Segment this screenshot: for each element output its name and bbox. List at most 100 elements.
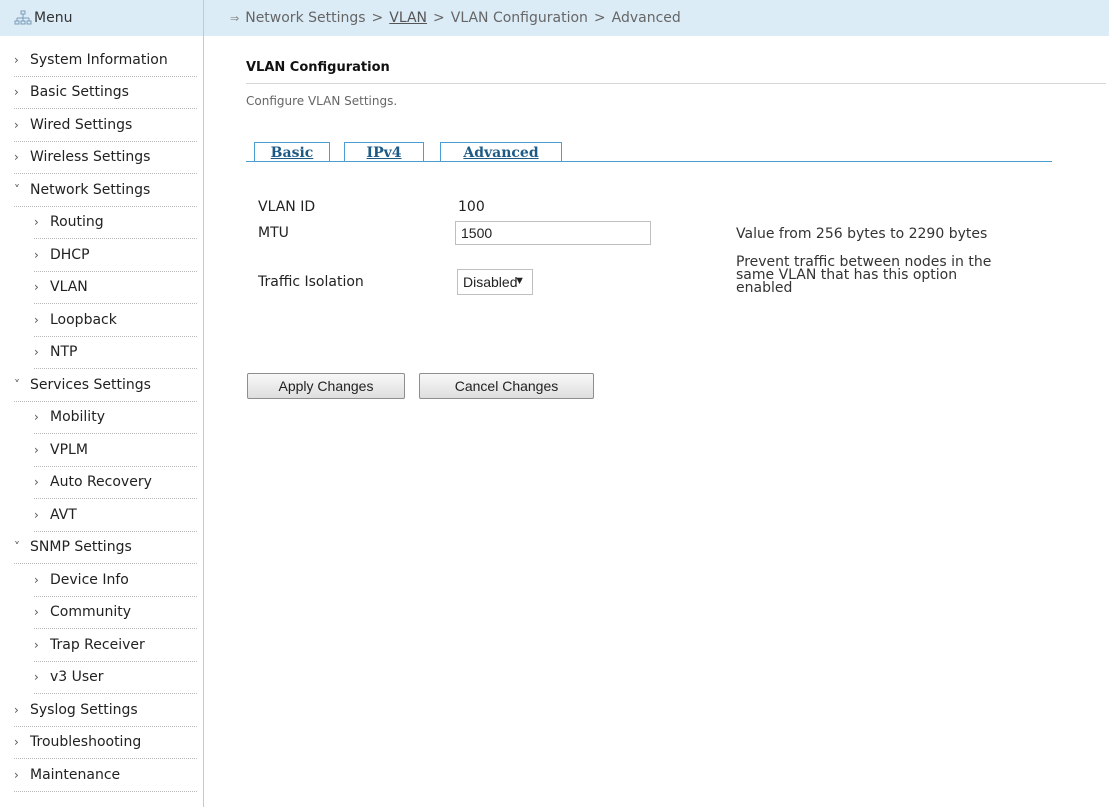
- tab-underline: [246, 161, 1052, 162]
- breadcrumb: ⇒ Network Settings > VLAN > VLAN Configu…: [204, 0, 1109, 36]
- sidebar-item-maintenance[interactable]: › Maintenance: [14, 759, 197, 792]
- sidebar-item-label: Routing: [50, 214, 104, 231]
- sidebar-item-label: SNMP Settings: [30, 539, 132, 556]
- chevron-right-icon: ›: [34, 442, 39, 457]
- traffic-isolation-select[interactable]: Disabled ▼: [457, 269, 533, 295]
- traffic-isolation-label: Traffic Isolation: [258, 274, 364, 290]
- sidebar-item-services-settings[interactable]: ˅ Services Settings: [14, 369, 197, 402]
- mtu-input[interactable]: [455, 221, 651, 245]
- chevron-right-icon: ›: [34, 312, 39, 327]
- sidebar-item-auto-recovery[interactable]: › Auto Recovery: [34, 467, 197, 499]
- sidebar-item-mobility[interactable]: › Mobility: [34, 402, 197, 434]
- chevron-right-icon: ›: [14, 767, 19, 782]
- breadcrumb-vlan-link[interactable]: VLAN: [389, 10, 427, 26]
- sidebar-item-syslog-settings[interactable]: › Syslog Settings: [14, 694, 197, 727]
- chevron-right-icon: ›: [14, 150, 19, 165]
- sidebar-item-vlan[interactable]: › VLAN: [34, 272, 197, 304]
- sidebar-item-label: AVT: [50, 506, 77, 523]
- page-title: VLAN Configuration: [246, 60, 390, 75]
- chevron-right-icon: ›: [34, 280, 39, 295]
- chevron-right-icon: ›: [34, 410, 39, 425]
- breadcrumb-vlan-configuration: VLAN Configuration: [450, 10, 588, 26]
- menu-header: Menu: [0, 0, 203, 36]
- menu-list: › System Information › Basic Settings › Wired…: [0, 36, 203, 792]
- sidebar-item-vplm[interactable]: › VPLM: [34, 434, 197, 467]
- sidebar-item-label: Community: [50, 604, 132, 621]
- chevron-right-icon: ›: [14, 702, 19, 717]
- chevron-right-icon: ›: [34, 247, 39, 262]
- sidebar-item-snmp-settings[interactable]: ˅ SNMP Settings: [14, 532, 197, 564]
- chevron-right-icon: ›: [34, 507, 39, 522]
- chevron-down-icon: ˅: [14, 540, 20, 555]
- vlan-id-value: 100: [458, 199, 485, 215]
- chevron-right-icon: ›: [14, 85, 19, 100]
- breadcrumb-separator: >: [433, 10, 445, 26]
- chevron-down-icon: ˅: [14, 377, 20, 392]
- sidebar-item-label: VPLM: [50, 441, 88, 458]
- sidebar-menu: Menu › System Information › Basic Settings ›…: [0, 0, 204, 807]
- sidebar-item-label: Auto Recovery: [50, 474, 152, 491]
- sidebar-item-dhcp[interactable]: › DHCP: [34, 239, 197, 272]
- chevron-right-icon: ›: [34, 670, 39, 685]
- mtu-label: MTU: [258, 225, 289, 241]
- sidebar-item-label: Wired Settings: [30, 116, 133, 133]
- breadcrumb-separator: >: [593, 10, 606, 26]
- sidebar-item-troubleshooting[interactable]: › Troubleshooting: [14, 727, 197, 759]
- title-divider: [246, 83, 1106, 84]
- apply-changes-button[interactable]: Apply Changes: [247, 373, 405, 399]
- mtu-hint: Value from 256 bytes to 2290 bytes: [736, 226, 988, 242]
- traffic-isolation-value: Disabled: [463, 274, 518, 290]
- sidebar-item-label: NTP: [50, 344, 78, 361]
- sidebar-item-device-info[interactable]: › Device Info: [34, 564, 197, 597]
- dropdown-arrow-icon: ▼: [514, 275, 525, 287]
- chevron-right-icon: ›: [34, 572, 39, 587]
- sidebar-item-v3-user[interactable]: › v3 User: [34, 662, 197, 694]
- chevron-right-icon: ›: [14, 117, 19, 132]
- sidebar-item-wired-settings[interactable]: › Wired Settings: [14, 109, 197, 142]
- chevron-right-icon: ›: [14, 735, 19, 750]
- breadcrumb-separator: >: [371, 10, 384, 26]
- breadcrumb-network-settings: Network Settings: [245, 10, 366, 26]
- vlan-id-label: VLAN ID: [258, 199, 316, 215]
- tab-basic[interactable]: Basic: [254, 142, 330, 162]
- tab-advanced[interactable]: Advanced: [440, 142, 562, 162]
- sidebar-item-loopback[interactable]: › Loopback: [34, 304, 197, 337]
- main-content: VLAN Configuration Configure VLAN Settin…: [204, 36, 1109, 807]
- page-description: Configure VLAN Settings.: [246, 94, 398, 108]
- breadcrumb-advanced: Advanced: [611, 10, 681, 26]
- sidebar-item-basic-settings[interactable]: › Basic Settings: [14, 77, 197, 109]
- chevron-right-icon: ›: [34, 215, 39, 230]
- sidebar-item-label: System Information: [30, 51, 168, 68]
- menu-header-label: Menu: [34, 10, 73, 26]
- sidebar-item-label: Troubleshooting: [30, 734, 142, 751]
- sidebar-item-label: Basic Settings: [30, 84, 129, 101]
- sidebar-item-label: VLAN: [50, 279, 88, 296]
- tab-ipv4[interactable]: IPv4: [344, 142, 424, 162]
- sidebar-item-label: Trap Receiver: [50, 636, 145, 653]
- cancel-changes-button[interactable]: Cancel Changes: [419, 373, 594, 399]
- breadcrumb-arrow-icon: ⇒: [230, 11, 240, 25]
- sidebar-item-label: Maintenance: [30, 766, 121, 783]
- sidebar-item-label: Wireless Settings: [30, 149, 151, 166]
- sidebar-item-label: DHCP: [50, 246, 90, 263]
- sidebar-item-label: Syslog Settings: [30, 701, 138, 718]
- sidebar-item-label: v3 User: [50, 669, 104, 686]
- sidebar-item-wireless-settings[interactable]: › Wireless Settings: [14, 142, 197, 174]
- chevron-down-icon: ˅: [14, 182, 20, 197]
- chevron-right-icon: ›: [34, 475, 39, 490]
- sidebar-item-routing[interactable]: › Routing: [34, 207, 197, 239]
- sidebar-item-label: Mobility: [50, 409, 105, 426]
- chevron-right-icon: ›: [34, 637, 39, 652]
- sidebar-item-trap-receiver[interactable]: › Trap Receiver: [34, 629, 197, 662]
- sidebar-item-label: Loopback: [50, 311, 117, 328]
- sitemap-icon: [14, 10, 32, 26]
- traffic-isolation-hint-line3: enabled: [736, 280, 793, 296]
- sidebar-item-network-settings[interactable]: ˅ Network Settings: [14, 174, 197, 207]
- sidebar-item-system-information[interactable]: › System Information: [14, 44, 197, 77]
- sidebar-item-avt[interactable]: › AVT: [34, 499, 197, 532]
- sidebar-item-ntp[interactable]: › NTP: [34, 337, 197, 369]
- chevron-right-icon: ›: [34, 605, 39, 620]
- sidebar-item-label: Device Info: [50, 571, 129, 588]
- chevron-right-icon: ›: [14, 52, 19, 67]
- sidebar-item-community[interactable]: › Community: [34, 597, 197, 629]
